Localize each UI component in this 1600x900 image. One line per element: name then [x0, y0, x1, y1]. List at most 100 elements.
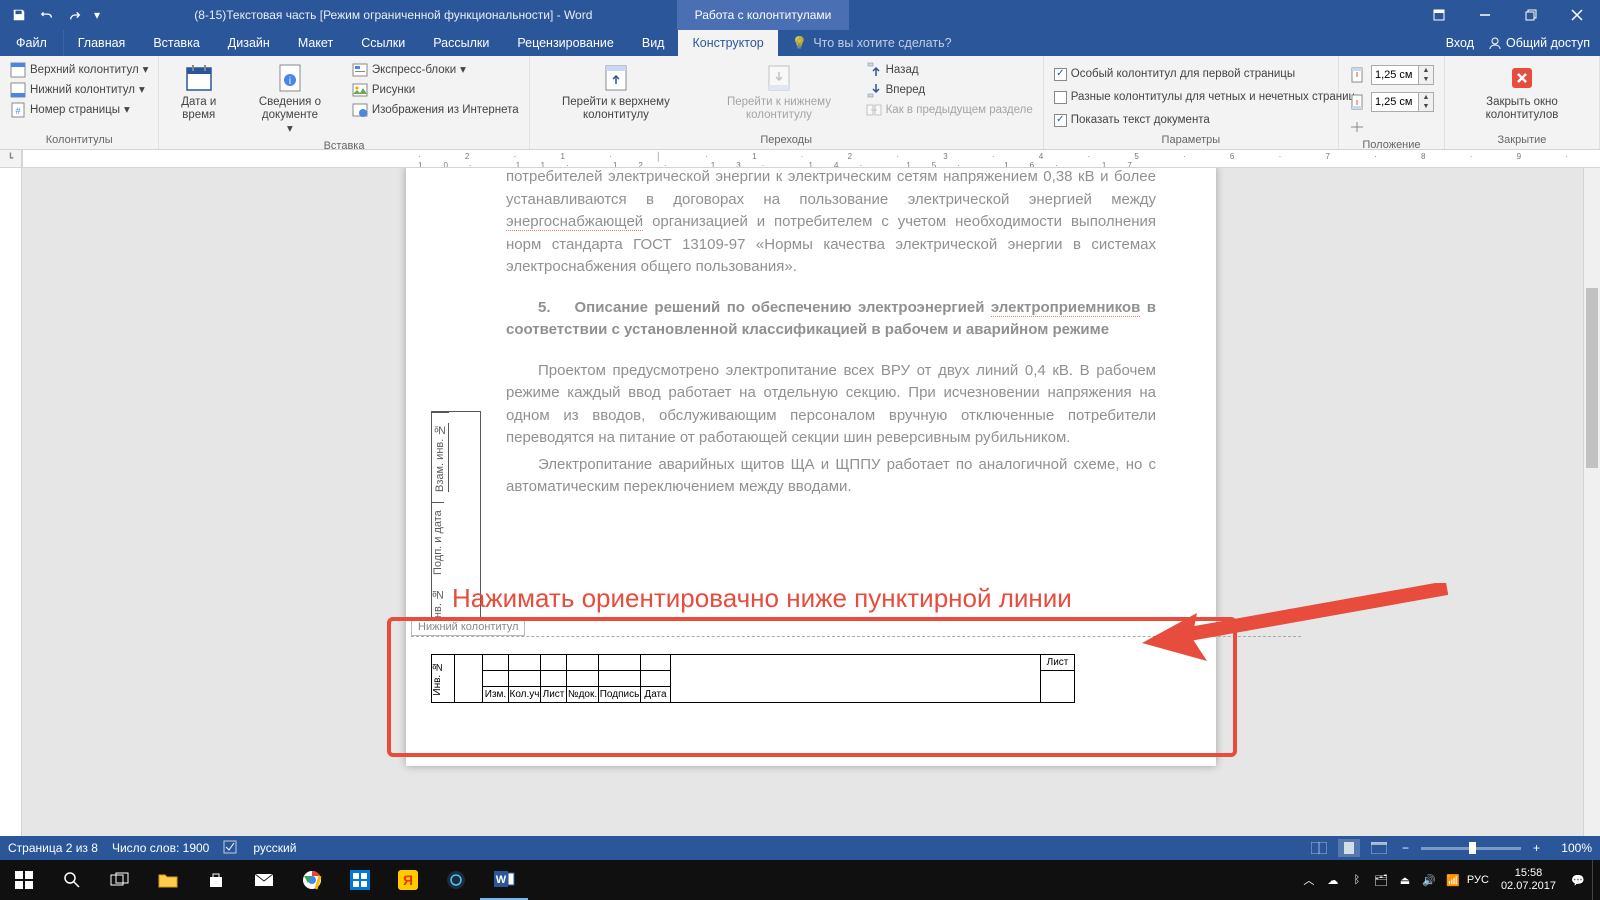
bluetooth-icon[interactable]: ᛒ	[1347, 874, 1367, 886]
undo-icon[interactable]	[34, 2, 60, 28]
tell-me-search[interactable]: 💡 Что вы хотите сделать?	[778, 30, 966, 56]
group-navigation: Перейти к верхнему колонтитулу Перейти к…	[530, 56, 1044, 149]
pictures-button[interactable]: Рисунки	[348, 80, 523, 100]
tab-designer[interactable]: Конструктор	[678, 30, 777, 56]
online-pictures-button[interactable]: Изображения из Интернета	[348, 100, 523, 120]
header-from-top[interactable]: ▲▼	[1345, 63, 1438, 87]
spin-down-icon[interactable]: ▼	[1419, 102, 1433, 111]
spin-up-icon[interactable]: ▲	[1419, 66, 1433, 75]
quick-parts-button[interactable]: Экспресс-блоки ▾	[348, 60, 523, 80]
close-header-footer-button[interactable]: Закрыть окно колонтитулов	[1451, 60, 1593, 123]
show-document-checkbox[interactable]: ✓Показать текст документа	[1050, 110, 1359, 130]
footer-bottom-input[interactable]	[1372, 96, 1418, 108]
word-icon[interactable]: W	[480, 860, 528, 900]
vertical-ruler[interactable]	[0, 168, 22, 876]
vertical-scrollbar[interactable]	[1583, 168, 1600, 876]
prev-icon	[866, 62, 882, 78]
language-indicator[interactable]: русский	[253, 841, 296, 855]
doc-info-button[interactable]: iСведения о документе ▾	[236, 60, 344, 138]
app-icon[interactable]	[336, 860, 384, 900]
tab-review[interactable]: Рецензирование	[503, 30, 628, 56]
app2-icon[interactable]	[432, 860, 480, 900]
start-button[interactable]	[0, 860, 48, 900]
print-layout-icon[interactable]	[1338, 839, 1360, 857]
tray-chevron-icon[interactable]: ︿	[1299, 872, 1319, 888]
clock[interactable]: 15:5802.07.2017	[1493, 867, 1564, 893]
qat-dropdown-icon[interactable]: ▾	[90, 2, 104, 28]
store-icon[interactable]	[192, 860, 240, 900]
document-body[interactable]: потребителей электрической энергии к эле…	[506, 168, 1156, 503]
zoom-out-button[interactable]: −	[1398, 841, 1413, 855]
previous-button[interactable]: Назад	[862, 60, 1037, 80]
insert-alignment-tab[interactable]	[1345, 117, 1438, 137]
wifi-icon[interactable]: 📶	[1443, 874, 1463, 887]
save-icon[interactable]	[6, 2, 32, 28]
mail-icon[interactable]	[240, 860, 288, 900]
header-button[interactable]: Верхний колонтитул ▾	[6, 60, 152, 80]
date-time-button[interactable]: Дата и время	[165, 60, 232, 123]
tab-view[interactable]: Вид	[628, 30, 679, 56]
battery-icon[interactable]: 🗂	[1371, 874, 1391, 887]
redo-icon[interactable]	[62, 2, 88, 28]
share-button[interactable]: Общий доступ	[1488, 36, 1590, 50]
spin-up-icon[interactable]: ▲	[1419, 93, 1433, 102]
different-odd-even-checkbox[interactable]: Разные колонтитулы для четных и нечетных…	[1050, 87, 1359, 107]
ribbon-display-icon[interactable]	[1416, 0, 1462, 30]
show-desktop-button[interactable]	[1592, 860, 1598, 900]
next-button[interactable]: Вперед	[862, 80, 1037, 100]
tab-home[interactable]: Главная	[64, 30, 140, 56]
sign-in-link[interactable]: Вход	[1446, 36, 1474, 50]
zoom-slider[interactable]	[1421, 847, 1521, 850]
online-picture-icon	[352, 102, 368, 118]
file-explorer-icon[interactable]	[144, 860, 192, 900]
zoom-in-button[interactable]: +	[1529, 841, 1544, 855]
chrome-icon[interactable]	[288, 860, 336, 900]
yandex-icon[interactable]: Я	[384, 860, 432, 900]
spin-down-icon[interactable]: ▼	[1419, 75, 1433, 84]
header-position-icon	[1349, 67, 1365, 83]
stamp-table[interactable]: Инв. № Лист Изм.Кол.учЛист№док.ПодписьДа…	[431, 654, 1075, 703]
align-tab-icon	[1349, 119, 1365, 135]
page-number-button[interactable]: #Номер страницы ▾	[6, 100, 152, 120]
read-mode-icon[interactable]	[1308, 839, 1330, 857]
tab-design[interactable]: Дизайн	[214, 30, 284, 56]
footer-from-bottom[interactable]: ▲▼	[1345, 90, 1438, 114]
tab-references[interactable]: Ссылки	[347, 30, 419, 56]
minimize-icon[interactable]	[1462, 0, 1508, 30]
scroll-thumb[interactable]	[1586, 288, 1598, 468]
footer-button[interactable]: Нижний колонтитул ▾	[6, 80, 152, 100]
word-count[interactable]: Число слов: 1900	[112, 841, 209, 855]
page-indicator[interactable]: Страница 2 из 8	[8, 841, 98, 855]
web-layout-icon[interactable]	[1368, 839, 1390, 857]
task-view-icon[interactable]	[96, 860, 144, 900]
action-center-icon[interactable]: 💬	[1568, 874, 1588, 887]
group-label: Колонтитулы	[6, 132, 152, 147]
zoom-level[interactable]: 100%	[1552, 841, 1592, 855]
different-first-page-checkbox[interactable]: ✓Особый колонтитул для первой страницы	[1050, 64, 1359, 84]
safe-remove-icon[interactable]: ⏏	[1395, 874, 1415, 887]
tab-mailings[interactable]: Рассылки	[419, 30, 503, 56]
close-x-icon	[1506, 62, 1538, 94]
header-top-input[interactable]	[1372, 69, 1418, 81]
group-position: ▲▼ ▲▼ Положение	[1339, 56, 1445, 149]
search-icon[interactable]	[48, 860, 96, 900]
language-indicator[interactable]: РУС	[1467, 874, 1489, 886]
share-icon	[1488, 36, 1502, 50]
taskbar: Я W ︿ ☁ ᛒ 🗂 ⏏ 🔊 📶 РУС 15:5802.07.2017 💬	[0, 860, 1600, 900]
spellcheck-icon[interactable]	[223, 840, 239, 857]
link-previous-button[interactable]: Как в предыдущем разделе	[862, 100, 1037, 120]
document-canvas[interactable]: потребителей электрической энергии к эле…	[22, 168, 1600, 876]
tab-layout[interactable]: Макет	[284, 30, 347, 56]
close-icon[interactable]	[1554, 0, 1600, 30]
file-tab[interactable]: Файл	[0, 30, 64, 56]
tab-insert[interactable]: Вставка	[139, 30, 213, 56]
horizontal-ruler[interactable]: · 2 · 1 · │ · 1 · 2 · 3 · 4 · 5 · 6 · 7 …	[22, 150, 1600, 167]
group-insert: Дата и время iСведения о документе ▾ Экс…	[159, 56, 529, 149]
onedrive-icon[interactable]: ☁	[1323, 874, 1343, 887]
restore-icon[interactable]	[1508, 0, 1554, 30]
goto-footer-button[interactable]: Перейти к нижнему колонтитулу	[700, 60, 857, 123]
ribbon-tabs: Файл Главная Вставка Дизайн Макет Ссылки…	[0, 30, 1600, 56]
goto-header-icon	[600, 62, 632, 94]
volume-icon[interactable]: 🔊	[1419, 874, 1439, 887]
goto-header-button[interactable]: Перейти к верхнему колонтитулу	[536, 60, 697, 123]
